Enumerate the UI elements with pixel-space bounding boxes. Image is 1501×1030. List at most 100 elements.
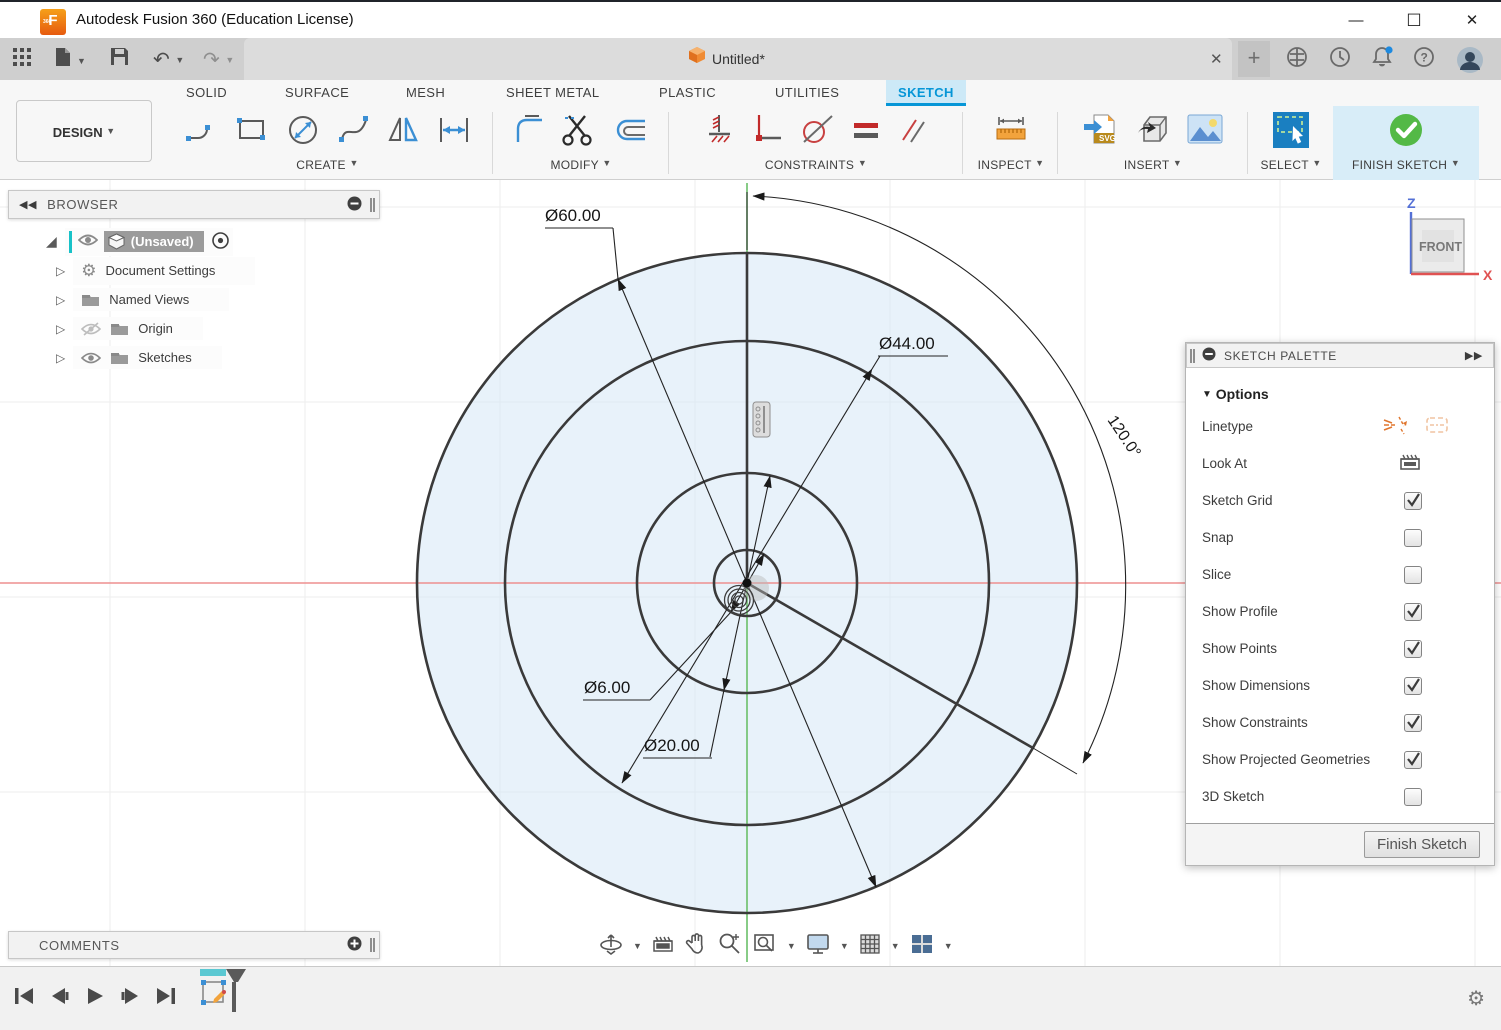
timeline-step-forward-button[interactable]: [118, 985, 142, 1012]
select-tool-icon[interactable]: [1271, 110, 1311, 155]
redo-icon[interactable]: ↷ ▼: [203, 47, 234, 72]
snap-checkbox[interactable]: [1404, 529, 1422, 547]
browser-root-row[interactable]: ◢ (Unsaved): [8, 227, 380, 256]
save-icon[interactable]: [110, 47, 129, 71]
add-comment-icon[interactable]: [347, 936, 362, 954]
dim-label-d44[interactable]: Ø44.00: [879, 334, 935, 353]
viewcube[interactable]: Z X FRONT: [1395, 192, 1495, 288]
comments-panel[interactable]: COMMENTS: [8, 931, 380, 959]
slice-checkbox[interactable]: [1404, 566, 1422, 584]
document-tab-label[interactable]: Untitled*: [712, 51, 765, 67]
vertical-constraint-badge[interactable]: [753, 402, 770, 437]
tab-sketch[interactable]: SKETCH: [886, 80, 966, 106]
browser-header[interactable]: ◀◀ BROWSER: [8, 190, 380, 219]
close-button[interactable]: ✕: [1463, 12, 1481, 30]
inspect-measure-icon[interactable]: [992, 113, 1030, 152]
orbit-dropdown[interactable]: ▼: [633, 941, 642, 951]
job-status-clock-icon[interactable]: [1329, 46, 1351, 73]
create-rectangle-icon[interactable]: [234, 112, 270, 153]
modify-trim-icon[interactable]: [561, 112, 597, 153]
insert-group-label[interactable]: INSERT ▼: [1060, 158, 1246, 172]
browser-grip[interactable]: [370, 198, 375, 212]
look-at-icon[interactable]: [1398, 451, 1422, 476]
tab-utilities[interactable]: UTILITIES: [775, 80, 839, 106]
user-avatar[interactable]: [1456, 46, 1484, 79]
tab-surface[interactable]: SURFACE: [285, 80, 349, 106]
palette-expand-icon[interactable]: ▶▶: [1465, 349, 1483, 362]
insert-mesh-icon[interactable]: [1134, 111, 1172, 154]
show-dimensions-checkbox[interactable]: [1404, 677, 1422, 695]
create-mirror-icon[interactable]: [386, 112, 422, 153]
show-profile-checkbox[interactable]: [1404, 603, 1422, 621]
viewcube-front-face[interactable]: FRONT: [1419, 240, 1462, 254]
maximize-button[interactable]: ☐: [1405, 12, 1423, 30]
finish-sketch-icon[interactable]: [1386, 110, 1426, 155]
tab-sheet-metal[interactable]: SHEET METAL: [506, 80, 600, 106]
viewports-icon[interactable]: [909, 932, 935, 961]
select-group-label[interactable]: SELECT ▼: [1250, 158, 1332, 172]
create-circle-icon[interactable]: [284, 111, 322, 154]
create-line-icon[interactable]: [184, 112, 220, 153]
sketch-grid-checkbox[interactable]: [1404, 492, 1422, 510]
browser-collapse-icon[interactable]: ◀◀: [19, 198, 37, 211]
show-constraints-checkbox[interactable]: [1404, 714, 1422, 732]
create-spline-icon[interactable]: [336, 112, 372, 153]
insert-image-icon[interactable]: [1186, 113, 1224, 152]
timeline-settings-gear-icon[interactable]: ⚙: [1467, 986, 1485, 1011]
look-at-nav-icon[interactable]: [651, 933, 675, 960]
inspect-group-label[interactable]: INSPECT ▼: [965, 158, 1057, 172]
help-icon[interactable]: ?: [1413, 46, 1435, 73]
new-tab-button[interactable]: +: [1238, 41, 1270, 77]
create-group-label[interactable]: CREATE ▼: [165, 158, 490, 172]
visibility-off-eye-icon[interactable]: [81, 321, 101, 336]
browser-item-named-views[interactable]: ▷ Named Views: [8, 285, 380, 314]
browser-item-document-settings[interactable]: ▷ ⚙ Document Settings: [8, 256, 380, 285]
create-dimension-icon[interactable]: [436, 112, 472, 153]
expander-icon[interactable]: ▷: [56, 293, 65, 307]
root-selected[interactable]: (Unsaved): [104, 231, 204, 252]
display-settings-dropdown[interactable]: ▼: [840, 941, 849, 951]
finish-sketch-group-label[interactable]: FINISH SKETCH ▼: [1333, 158, 1479, 172]
dim-label-d60[interactable]: Ø60.00: [545, 206, 601, 225]
insert-svg-icon[interactable]: SVG: [1082, 111, 1120, 154]
timeline-sketch-feature[interactable]: [200, 965, 252, 1024]
origin-point[interactable]: [743, 579, 752, 588]
timeline-play-button[interactable]: [84, 985, 106, 1012]
grid-settings-icon[interactable]: [858, 932, 882, 961]
document-tab-close-icon[interactable]: ✕: [1210, 50, 1223, 68]
expander-icon[interactable]: ▷: [56, 322, 65, 336]
centerline-linetype-icon[interactable]: [1424, 413, 1450, 440]
constraint-equal-icon[interactable]: [850, 114, 882, 151]
minimize-button[interactable]: —: [1347, 12, 1365, 30]
undo-icon[interactable]: ↶ ▼: [153, 47, 184, 72]
tab-plastic[interactable]: PLASTIC: [659, 80, 716, 106]
grid-settings-dropdown[interactable]: ▼: [891, 941, 900, 951]
design-workspace-dropdown[interactable]: DESIGN ▼: [16, 100, 152, 162]
zoom-fit-dropdown[interactable]: ▼: [787, 941, 796, 951]
tab-solid[interactable]: SOLID: [186, 80, 227, 106]
palette-grip[interactable]: [1190, 349, 1195, 363]
browser-menu-icon[interactable]: [347, 196, 362, 214]
dim-label-d6[interactable]: Ø6.00: [584, 678, 630, 697]
options-section-header[interactable]: ▼ Options: [1186, 378, 1494, 408]
expander-icon[interactable]: ▷: [56, 264, 65, 278]
app-grid-icon[interactable]: [12, 47, 32, 72]
palette-header[interactable]: SKETCH PALETTE ▶▶: [1186, 343, 1494, 368]
constraint-parallel-icon[interactable]: [896, 113, 930, 152]
constraints-group-label[interactable]: CONSTRAINTS ▼: [671, 158, 961, 172]
modify-group-label[interactable]: MODIFY ▼: [495, 158, 667, 172]
timeline-step-back-button[interactable]: [48, 985, 72, 1012]
orbit-icon[interactable]: [598, 931, 624, 962]
timeline-go-to-start-button[interactable]: [12, 985, 36, 1012]
root-visibility-eye-icon[interactable]: [78, 233, 98, 250]
zoom-fit-icon[interactable]: [752, 932, 778, 961]
tab-mesh[interactable]: MESH: [406, 80, 445, 106]
viewports-dropdown[interactable]: ▼: [944, 941, 953, 951]
extensions-icon[interactable]: [1286, 46, 1308, 73]
modify-offset-icon[interactable]: [611, 113, 649, 152]
dim-label-d20[interactable]: Ø20.00: [644, 736, 700, 755]
constraint-perpendicular-icon[interactable]: [750, 112, 784, 153]
construction-linetype-icon[interactable]: [1382, 413, 1408, 440]
expander-icon[interactable]: ▷: [56, 351, 65, 365]
dim-label-angle[interactable]: 120.0°: [1104, 413, 1144, 461]
